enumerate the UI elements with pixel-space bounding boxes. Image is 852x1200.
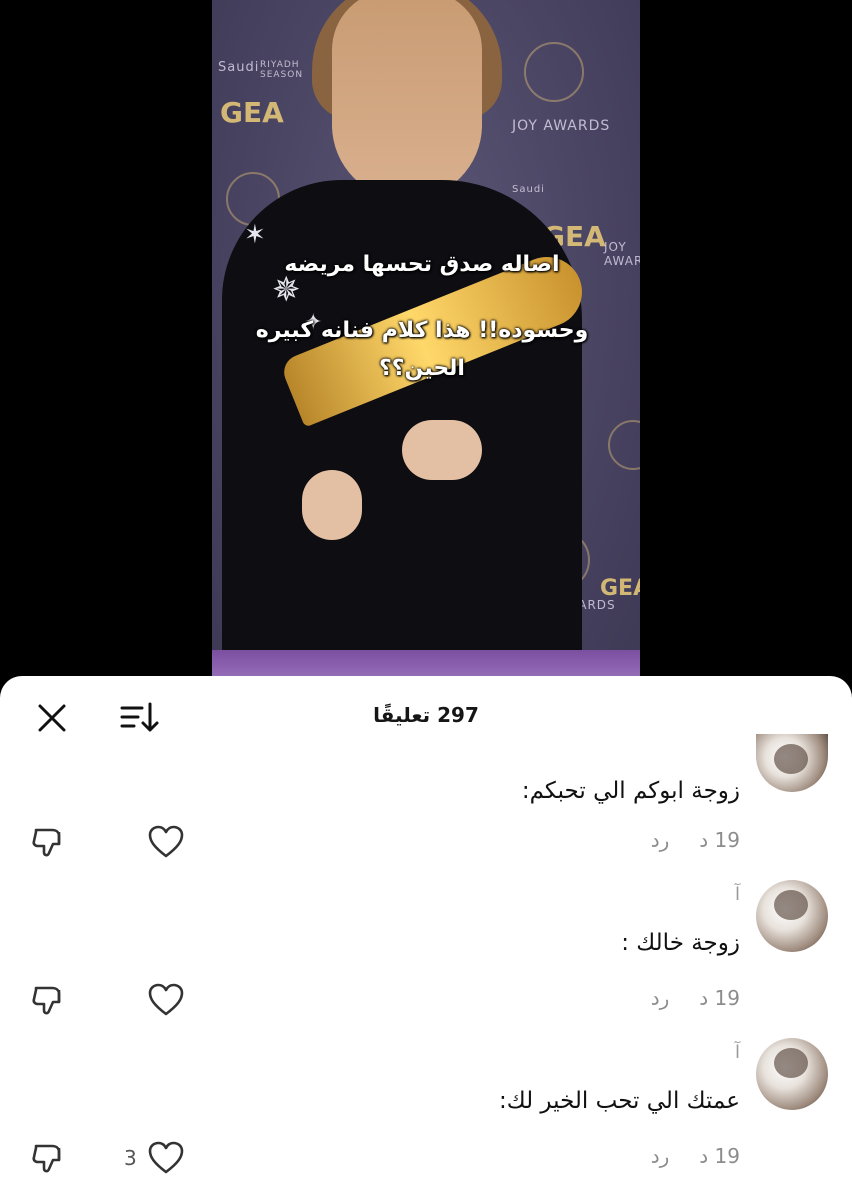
thumbs-down-icon	[32, 1144, 61, 1173]
video-player[interactable]: Saudi RIYADH SEASON GEA JOY AWARDS Saudi…	[0, 0, 852, 690]
avatar[interactable]	[756, 880, 828, 952]
comment-item: زوجة ابوكم الي تحبكم: 19 د رد	[0, 734, 852, 900]
comment-text: زوجة خالك :	[621, 930, 740, 956]
like-button[interactable]	[146, 1138, 186, 1178]
reply-button[interactable]: رد	[651, 828, 670, 852]
comment-meta: 19 د رد	[651, 986, 740, 1010]
dislike-button[interactable]	[28, 822, 68, 862]
backdrop-joy-awards-text: JOY AWARDS	[512, 118, 611, 134]
hand-2	[302, 470, 362, 540]
comment-item: آ عمتك الي تحب الخير لك: 19 د رد 3	[0, 1038, 852, 1198]
backdrop-saudi-text-2: Saudi	[512, 184, 545, 195]
comment-text: زوجة ابوكم الي تحبكم:	[521, 778, 740, 804]
comment-text: عمتك الي تحب الخير لك:	[498, 1088, 740, 1114]
comment-username[interactable]: آ	[735, 884, 740, 905]
heart-icon	[148, 1141, 184, 1174]
backdrop-gea-logo: GEA	[220, 96, 284, 129]
comment-count-title: 297 تعليقًا	[373, 703, 479, 727]
comment-meta: 19 د رد	[651, 1144, 740, 1168]
backdrop-riyadh-text: RIYADH SEASON	[260, 60, 304, 80]
heart-icon	[148, 983, 184, 1016]
comments-sheet: 297 تعليقًا زوجة ابوكم الي تحبكم: 19 د ر…	[0, 676, 852, 1200]
like-button[interactable]	[146, 822, 186, 862]
comment-time: 19 د	[699, 986, 740, 1010]
avatar[interactable]	[756, 1038, 828, 1110]
person-face	[332, 0, 482, 200]
hand	[402, 420, 482, 480]
close-button[interactable]	[30, 696, 74, 740]
sort-icon	[120, 702, 159, 732]
comment-time: 19 د	[699, 1144, 740, 1168]
backdrop-gea-logo-3: GEA	[600, 576, 640, 601]
dislike-button[interactable]	[28, 1138, 68, 1178]
caption-line-1: اصاله صدق تحسها مريضه	[284, 252, 560, 277]
avatar[interactable]	[756, 734, 828, 792]
joy-awards-emblem-icon-4	[608, 420, 640, 470]
joy-awards-emblem-icon	[524, 42, 584, 102]
comment-username[interactable]: آ	[735, 1042, 740, 1063]
comment-time: 19 د	[699, 828, 740, 852]
like-count: 3	[124, 1146, 137, 1170]
video-caption: اصاله صدق تحسها مريضه وحسوده!! هذا كلام …	[232, 246, 612, 388]
heart-icon	[148, 825, 184, 858]
backdrop-saudi-text: Saudi	[218, 60, 260, 75]
like-button[interactable]	[146, 980, 186, 1020]
comment-meta: 19 د رد	[651, 828, 740, 852]
close-icon	[38, 704, 66, 732]
thumbs-down-icon	[32, 986, 61, 1015]
reply-button[interactable]: رد	[651, 1144, 670, 1168]
sort-button[interactable]	[116, 696, 164, 740]
caption-line-2: وحسوده!! هذا كلام فنانه كبيره	[255, 318, 589, 343]
thumbs-down-icon	[32, 828, 61, 857]
reply-button[interactable]: رد	[651, 986, 670, 1010]
comment-item: آ زوجة خالك : 19 د رد	[0, 880, 852, 1040]
caption-line-3: الحين؟؟	[379, 356, 465, 381]
dislike-button[interactable]	[28, 980, 68, 1020]
